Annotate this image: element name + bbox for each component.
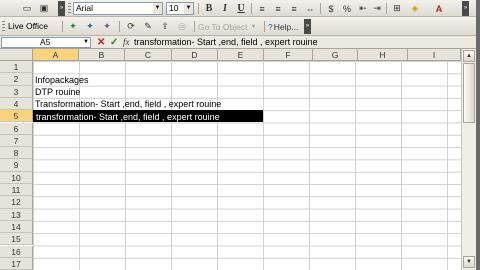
increase-indent-icon[interactable]: ⇥ xyxy=(370,2,384,15)
merge-center-icon[interactable]: ⇔ xyxy=(303,2,317,15)
separator xyxy=(119,21,120,32)
scroll-thumb[interactable] xyxy=(463,63,475,123)
toolbar-options-chevron[interactable]: » xyxy=(462,1,469,16)
font-name-select[interactable]: Arial ▼ xyxy=(73,2,163,15)
cell-a2[interactable]: Infopackages xyxy=(35,74,89,86)
row-header-14[interactable]: 14 xyxy=(0,220,33,234)
row-header-16[interactable]: 16 xyxy=(0,245,33,258)
italic-button[interactable]: I xyxy=(218,2,232,15)
row-header-10[interactable]: 10 xyxy=(0,171,33,184)
scroll-down-icon[interactable]: ▼ xyxy=(463,256,475,268)
cancel-icon[interactable]: ✕ xyxy=(97,37,105,48)
cell-a4[interactable]: Transformation- Start ,end, field , expe… xyxy=(35,98,221,110)
separator xyxy=(320,3,321,14)
separator xyxy=(251,3,252,14)
row-header-17[interactable]: 17 xyxy=(0,257,33,270)
row-header-15[interactable]: 15 xyxy=(0,233,33,246)
font-size-select[interactable]: 10 ▼ xyxy=(166,2,194,15)
vertical-scrollbar[interactable]: ▲ ▼ xyxy=(461,49,476,270)
column-header-c[interactable]: C xyxy=(125,49,172,61)
formatting-toolbar: ▭ ▣ » Arial ▼ 10 ▼ B I U ≡ ≡ ≡ ⇔ $ % ⇤ ⇥… xyxy=(0,0,480,17)
fill-color-icon[interactable]: ◈ xyxy=(408,2,422,15)
chevron-down-icon: ▼ xyxy=(153,3,162,14)
column-header-i[interactable]: I xyxy=(408,49,461,61)
toolbar-options-chevron[interactable]: » xyxy=(58,1,65,16)
enter-icon[interactable]: ✓ xyxy=(110,37,118,48)
row-header-7[interactable]: 7 xyxy=(0,134,33,148)
chevron-down-icon: ▼ xyxy=(184,3,193,14)
percent-button[interactable]: % xyxy=(340,2,354,15)
select-all-corner[interactable] xyxy=(0,49,33,61)
window-edge xyxy=(476,0,480,270)
row-header-4[interactable]: 4 xyxy=(0,97,33,111)
row-header-2[interactable]: 2 xyxy=(0,73,33,86)
row-header-6[interactable]: 6 xyxy=(0,122,33,135)
column-header-g[interactable]: G xyxy=(313,49,358,61)
help-label: Help... xyxy=(273,21,299,32)
row-header-9[interactable]: 9 xyxy=(0,159,33,172)
column-header-a[interactable]: A xyxy=(33,49,79,61)
separator xyxy=(386,3,387,14)
font-color-icon[interactable]: A xyxy=(432,2,446,15)
column-header-h[interactable]: H xyxy=(358,49,408,61)
chevron-down-icon: ▼ xyxy=(250,23,257,30)
scroll-up-icon[interactable]: ▲ xyxy=(463,50,475,62)
column-header-d[interactable]: D xyxy=(172,49,218,61)
insert-function-icon[interactable]: fx xyxy=(123,37,130,48)
row-header-5[interactable]: 5 xyxy=(0,110,33,123)
font-name-value: Arial xyxy=(76,3,94,13)
name-box[interactable]: A5 ▼ xyxy=(1,37,91,48)
align-right-icon[interactable]: ≡ xyxy=(287,2,301,15)
underline-button[interactable]: U xyxy=(234,2,248,15)
row-header-3[interactable]: 3 xyxy=(0,85,33,98)
modify-object-icon[interactable]: ✎ xyxy=(141,20,155,33)
cell-a5-text: transformation- Start ,end, field , expe… xyxy=(36,112,220,123)
row-header-13[interactable]: 13 xyxy=(0,208,33,221)
row-header-1[interactable]: 1 xyxy=(0,61,33,74)
separator xyxy=(62,21,63,32)
insert-crystal-icon[interactable]: ✦ xyxy=(66,20,80,33)
cell-a3[interactable]: DTP rouine xyxy=(35,86,80,98)
name-box-value: A5 xyxy=(40,37,51,47)
separator xyxy=(198,3,199,14)
decrease-indent-icon[interactable]: ⇤ xyxy=(356,2,370,15)
formula-bar: A5 ▼ ✕ ✓ fx transformation- Start ,end, … xyxy=(0,36,480,49)
go-to-object-label: Go To Object xyxy=(198,21,248,32)
toolbar-grip[interactable] xyxy=(68,3,71,14)
align-left-icon[interactable]: ≡ xyxy=(255,2,269,15)
toolbar-options-chevron[interactable]: » xyxy=(304,19,311,34)
go-to-object-button[interactable]: Go To Object ▼ xyxy=(198,20,260,33)
cell-area[interactable] xyxy=(33,61,461,270)
spreadsheet-grid: A B C D E F G H I 1 2 3 4 5 6 7 8 9 10 1… xyxy=(0,49,480,270)
column-header-e[interactable]: E xyxy=(218,49,264,61)
column-header-b[interactable]: B xyxy=(79,49,125,61)
publish-icon[interactable]: ⇪ xyxy=(158,20,172,33)
help-button[interactable]: ? Help... xyxy=(268,20,300,33)
borders-icon[interactable]: ⊞ xyxy=(390,2,404,15)
separator xyxy=(264,21,265,32)
row-header-8[interactable]: 8 xyxy=(0,147,33,160)
column-header-f[interactable]: F xyxy=(264,49,313,61)
insert-universe-icon[interactable]: ✦ xyxy=(100,20,114,33)
toolbar-grip[interactable] xyxy=(2,21,5,32)
view-object-icon[interactable]: ◎ xyxy=(175,20,189,33)
live-office-menu[interactable]: Live Office xyxy=(8,20,48,33)
live-office-toolbar: Live Office ✦ ✦ ✦ ⟳ ✎ ⇪ ◎ Go To Object ▼… xyxy=(0,17,480,36)
cell-a5-editing[interactable]: transformation- Start ,end, field , expe… xyxy=(33,110,263,123)
row-header-12[interactable]: 12 xyxy=(0,196,33,209)
save-icon[interactable]: ▣ xyxy=(37,2,51,15)
separator xyxy=(194,21,195,32)
chevron-down-icon: ▼ xyxy=(83,39,89,45)
open-icon[interactable]: ▭ xyxy=(20,2,34,15)
font-size-value: 10 xyxy=(169,3,179,13)
refresh-icon[interactable]: ⟳ xyxy=(124,20,138,33)
row-header-11[interactable]: 11 xyxy=(0,184,33,197)
bold-button[interactable]: B xyxy=(202,2,216,15)
help-icon: ? xyxy=(268,21,273,32)
currency-button[interactable]: $ xyxy=(324,2,338,15)
formula-input[interactable]: transformation- Start ,end, field , expe… xyxy=(134,37,474,48)
align-center-icon[interactable]: ≡ xyxy=(271,2,285,15)
insert-webi-icon[interactable]: ✦ xyxy=(83,20,97,33)
